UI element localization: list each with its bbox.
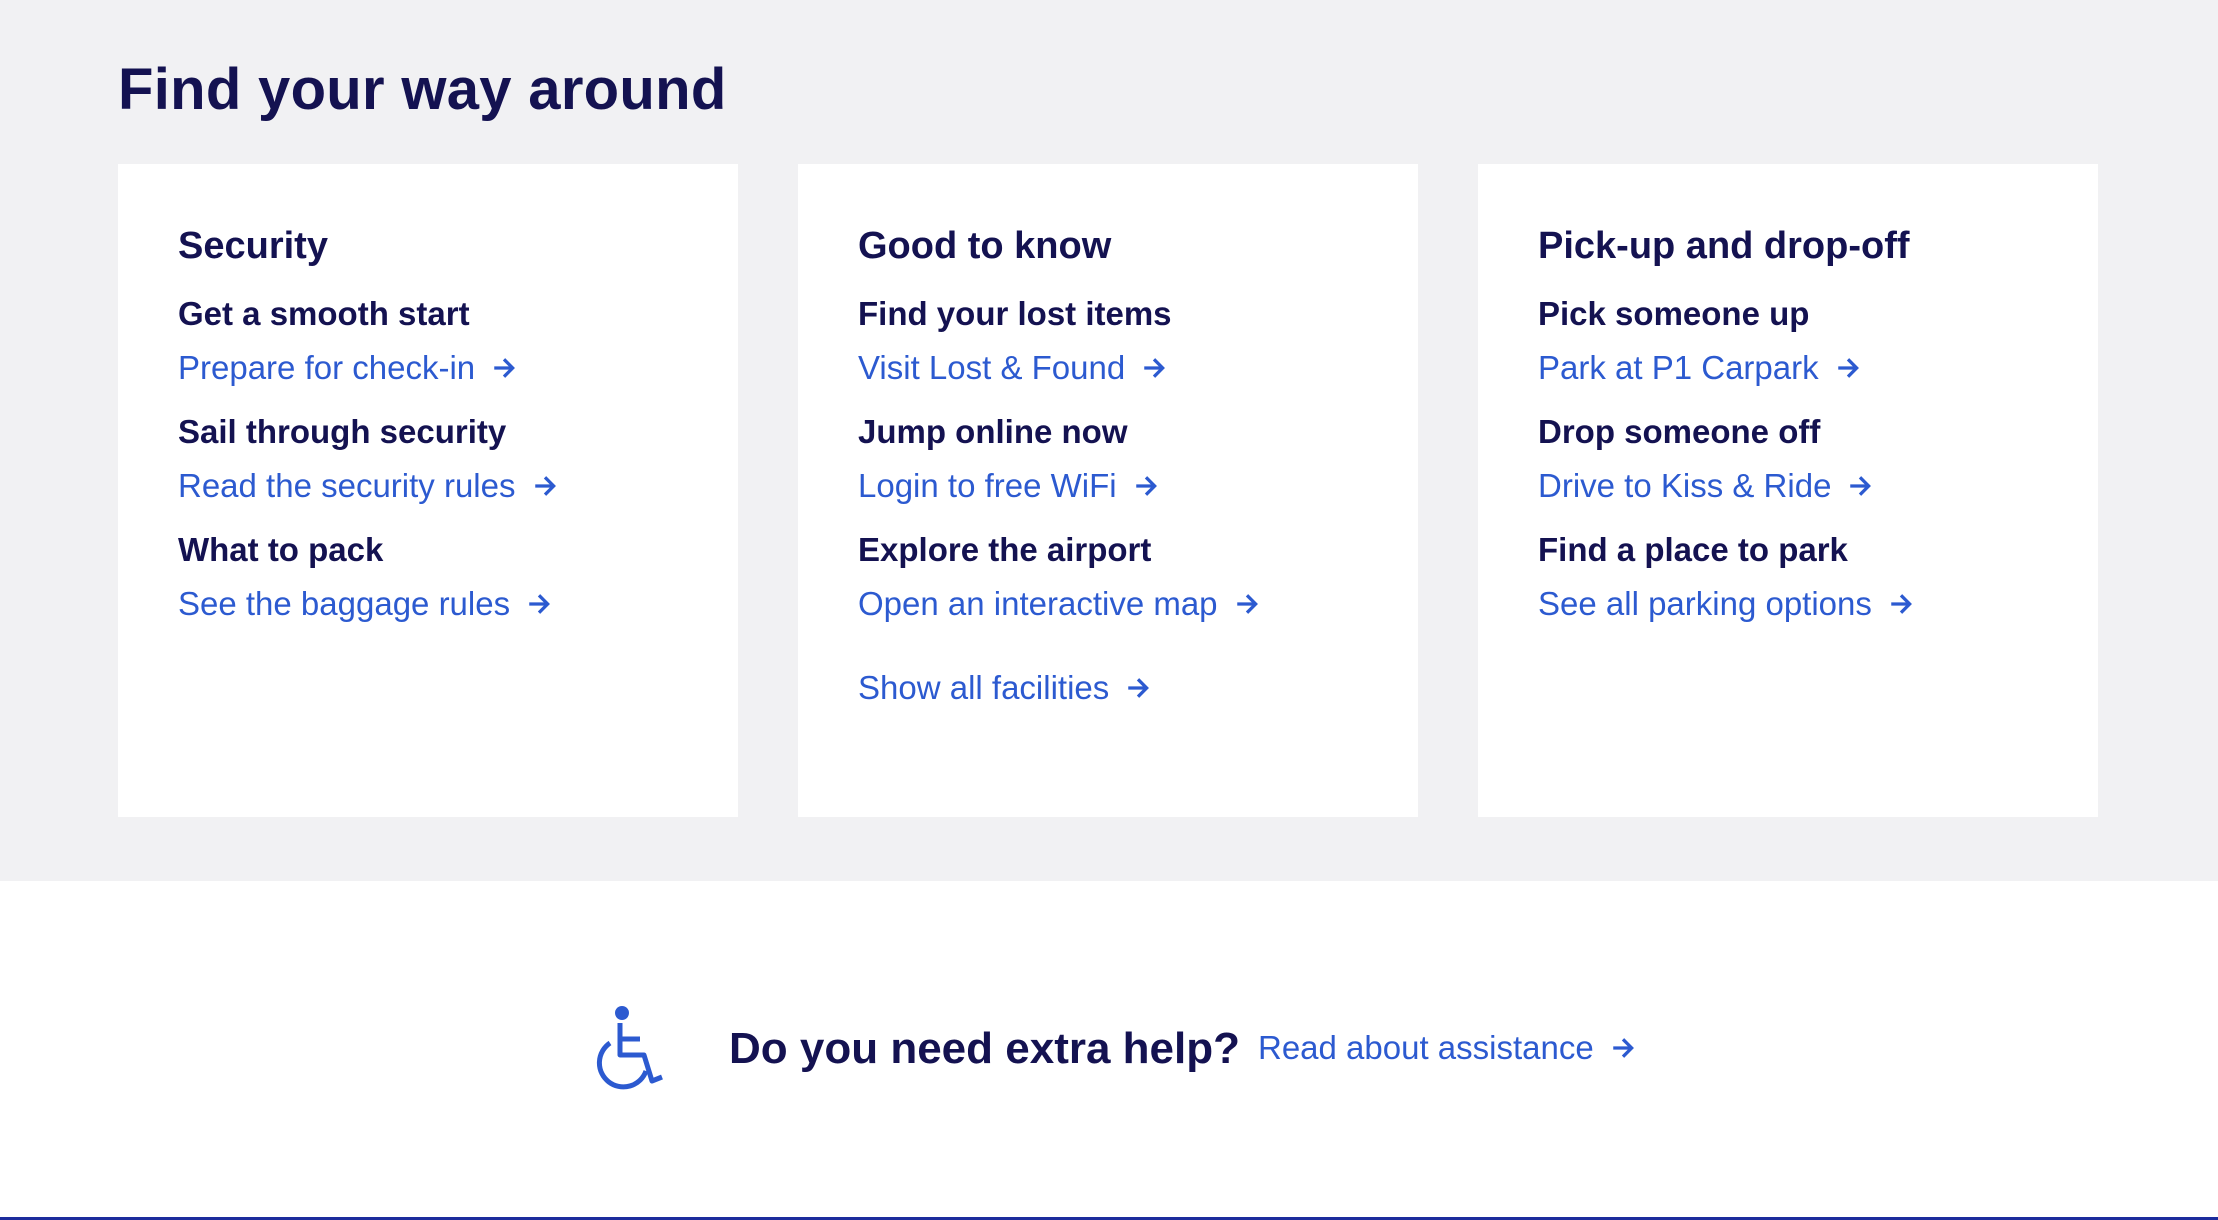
wheelchair-icon [594,1005,666,1091]
card-item: Explore the airport Open an interactive … [858,528,1418,626]
card-item: Drop someone off Drive to Kiss & Ride [1538,410,2098,508]
link-label: See all parking options [1538,585,1872,622]
link-label: Login to free WiFi [858,467,1117,504]
link-label: See the baggage rules [178,585,511,622]
item-heading: Pick someone up [1538,295,1810,332]
baggage-rules-link[interactable]: See the baggage rules [178,582,552,626]
free-wifi-link[interactable]: Login to free WiFi [858,464,1159,508]
section-title: Find your way around [118,57,727,122]
card-title: Good to know [858,225,1112,267]
arrow-right-icon [1610,1035,1636,1061]
parking-options-link[interactable]: See all parking options [1538,582,1914,626]
card-pickup-dropoff: Pick-up and drop-off Pick someone up Par… [1478,164,2098,817]
link-label: Open an interactive map [858,585,1218,622]
link-label: Show all facilities [858,669,1110,706]
p1-carpark-link[interactable]: Park at P1 Carpark [1538,346,1861,390]
card-good-to-know: Good to know Find your lost items Visit … [798,164,1418,817]
card-item: Get a smooth start Prepare for check-in [178,292,738,390]
arrow-right-icon [526,591,552,617]
read-about-assistance-link[interactable]: Read about assistance [1258,1023,1636,1073]
card-item: Sail through security Read the security … [178,410,738,508]
link-label: Drive to Kiss & Ride [1538,467,1832,504]
arrow-right-icon [1847,473,1873,499]
arrow-right-icon [1133,473,1159,499]
arrow-right-icon [1234,591,1260,617]
item-heading: Jump online now [858,413,1128,450]
security-rules-link[interactable]: Read the security rules [178,464,558,508]
card-item: Pick someone up Park at P1 Carpark [1538,292,2098,390]
kiss-and-ride-link[interactable]: Drive to Kiss & Ride [1538,464,1873,508]
card-item: What to pack See the baggage rules [178,528,738,626]
card-item: Find your lost items Visit Lost & Found [858,292,1418,390]
lost-found-link[interactable]: Visit Lost & Found [858,346,1167,390]
link-label: Park at P1 Carpark [1538,349,1819,386]
link-label: Read about assistance [1258,1029,1594,1066]
item-heading: Drop someone off [1538,413,1821,450]
item-heading: Get a smooth start [178,295,470,332]
item-heading: What to pack [178,531,384,568]
find-your-way-section: Find your way around Security Get a smoo… [0,0,2218,881]
item-heading: Sail through security [178,413,507,450]
interactive-map-link[interactable]: Open an interactive map [858,582,1260,626]
arrow-right-icon [1125,675,1151,701]
item-heading: Find a place to park [1538,531,1848,568]
card-item: Find a place to park See all parking opt… [1538,528,2098,626]
card-title: Security [178,225,328,267]
arrow-right-icon [1888,591,1914,617]
card-security: Security Get a smooth start Prepare for … [118,164,738,817]
item-heading: Find your lost items [858,295,1172,332]
card-title: Pick-up and drop-off [1538,225,1910,267]
arrow-right-icon [491,355,517,381]
extra-help-row: Do you need extra help? Read about assis… [0,881,2218,1217]
link-label: Visit Lost & Found [858,349,1126,386]
arrow-right-icon [1835,355,1861,381]
show-all-facilities-link[interactable]: Show all facilities [858,666,1151,710]
card-item: Jump online now Login to free WiFi [858,410,1418,508]
arrow-right-icon [1141,355,1167,381]
link-label: Read the security rules [178,467,516,504]
extra-help-heading: Do you need extra help? [729,1024,1240,1073]
prepare-check-in-link[interactable]: Prepare for check-in [178,346,517,390]
item-heading: Explore the airport [858,531,1152,568]
arrow-right-icon [532,473,558,499]
link-label: Prepare for check-in [178,349,476,386]
